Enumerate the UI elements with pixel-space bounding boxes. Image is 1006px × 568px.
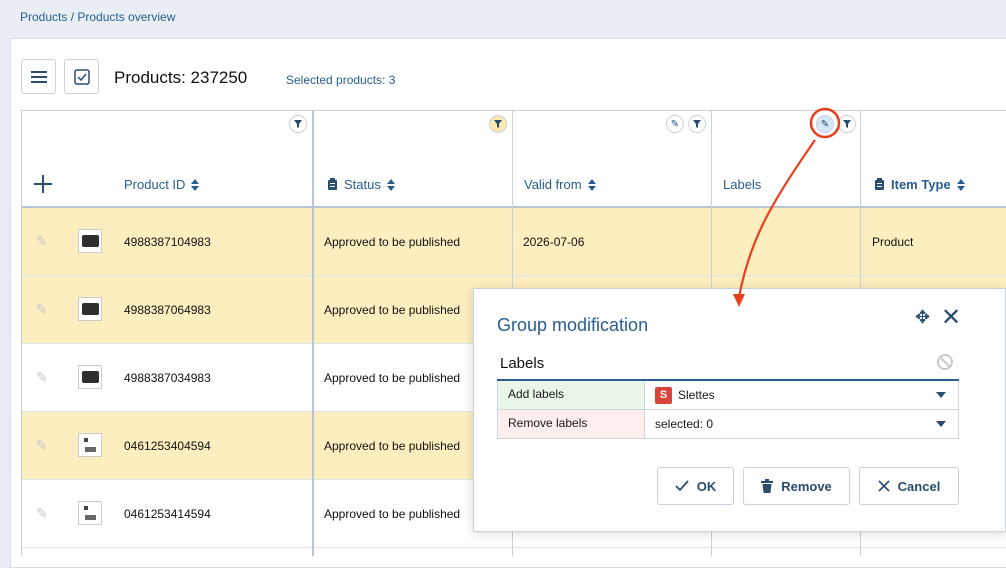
item-type-value: Product — [872, 235, 914, 249]
product-thumbnail — [78, 297, 102, 321]
filter-icon[interactable] — [688, 115, 706, 133]
sort-icon[interactable] — [956, 178, 965, 191]
edit-icon[interactable]: ✎ — [36, 437, 48, 454]
close-icon[interactable]: ✕ — [941, 303, 961, 332]
product-thumbnail — [78, 433, 102, 457]
add-labels-value: Slettes — [678, 388, 715, 402]
edit-column-icon[interactable]: ✎ — [666, 115, 684, 133]
table-row[interactable]: ✎ 4988387104983 Approved to be published… — [22, 208, 1006, 276]
product-thumbnail — [78, 365, 102, 389]
close-icon — [878, 480, 890, 492]
group-modification-dialog: Group modification ✥ ✕ Labels Add labels… — [473, 288, 1006, 532]
selected-count[interactable]: Selected products: 3 — [286, 73, 395, 87]
remove-button[interactable]: Remove — [743, 467, 850, 505]
product-id: 0461253404594 — [124, 439, 211, 453]
chevron-down-icon[interactable] — [936, 392, 946, 398]
filter-icon[interactable] — [838, 115, 856, 133]
valid-from-value: 2026-07-06 — [523, 235, 585, 249]
hamburger-menu-icon — [30, 70, 47, 83]
status-value: Approved to be published — [324, 235, 461, 249]
filter-active-icon[interactable] — [489, 115, 507, 133]
page-title: Products: 237250 — [114, 68, 248, 87]
sort-icon[interactable] — [587, 178, 596, 191]
header-product-id[interactable]: Product ID — [124, 177, 200, 192]
edit-icon[interactable]: ✎ — [36, 233, 48, 250]
dialog-title: Group modification — [497, 315, 649, 335]
product-id: 4988387034983 — [124, 371, 211, 385]
move-icon[interactable]: ✥ — [915, 307, 930, 328]
edit-labels-column-icon[interactable]: ✎ — [816, 115, 834, 133]
product-thumbnail — [78, 229, 102, 253]
product-id: 4988387064983 — [124, 303, 211, 317]
edit-icon[interactable]: ✎ — [36, 369, 48, 386]
select-toggle-button[interactable] — [64, 59, 99, 94]
ok-button[interactable]: OK — [657, 467, 734, 505]
sort-icon[interactable] — [386, 178, 395, 191]
status-value: Approved to be published — [324, 507, 461, 521]
checkbox-icon — [73, 68, 90, 85]
status-value: Approved to be published — [324, 303, 461, 317]
header-valid-from[interactable]: Valid from — [524, 177, 596, 192]
header-labels[interactable]: Labels — [723, 177, 761, 192]
clipboard-icon — [875, 178, 884, 190]
status-value: Approved to be published — [324, 439, 461, 453]
header-status[interactable]: Status — [327, 177, 395, 192]
edit-icon[interactable]: ✎ — [36, 301, 48, 318]
cancel-button[interactable]: Cancel — [859, 467, 959, 505]
check-icon — [675, 480, 689, 492]
header-item-type[interactable]: Item Type — [874, 177, 965, 192]
trash-icon — [761, 479, 774, 493]
add-labels-select[interactable]: S Slettes — [644, 381, 960, 409]
clipboard-icon — [328, 178, 337, 190]
remove-labels-value: selected: 0 — [655, 417, 714, 431]
column-divider — [312, 111, 314, 556]
product-id: 4988387104983 — [124, 235, 211, 249]
dialog-section-title: Labels — [500, 355, 545, 372]
add-row-icon[interactable] — [33, 174, 53, 194]
disable-icon[interactable] — [937, 354, 953, 370]
sort-icon[interactable] — [191, 178, 200, 191]
chevron-down-icon[interactable] — [936, 421, 946, 427]
add-labels-row: Add labels S Slettes — [497, 381, 959, 410]
product-thumbnail — [78, 501, 102, 525]
product-id: 0461253414594 — [124, 507, 211, 521]
menu-button[interactable] — [21, 59, 56, 94]
remove-labels-select[interactable]: selected: 0 — [644, 410, 960, 438]
status-value: Approved to be published — [324, 371, 461, 385]
add-labels-label: Add labels — [498, 381, 644, 409]
label-badge-icon: S — [655, 386, 672, 404]
breadcrumb[interactable]: Products / Products overview — [20, 10, 175, 24]
filter-icon[interactable] — [289, 115, 307, 133]
remove-labels-label: Remove labels — [498, 410, 644, 438]
edit-icon[interactable]: ✎ — [36, 505, 48, 522]
remove-labels-row: Remove labels selected: 0 — [497, 410, 959, 439]
